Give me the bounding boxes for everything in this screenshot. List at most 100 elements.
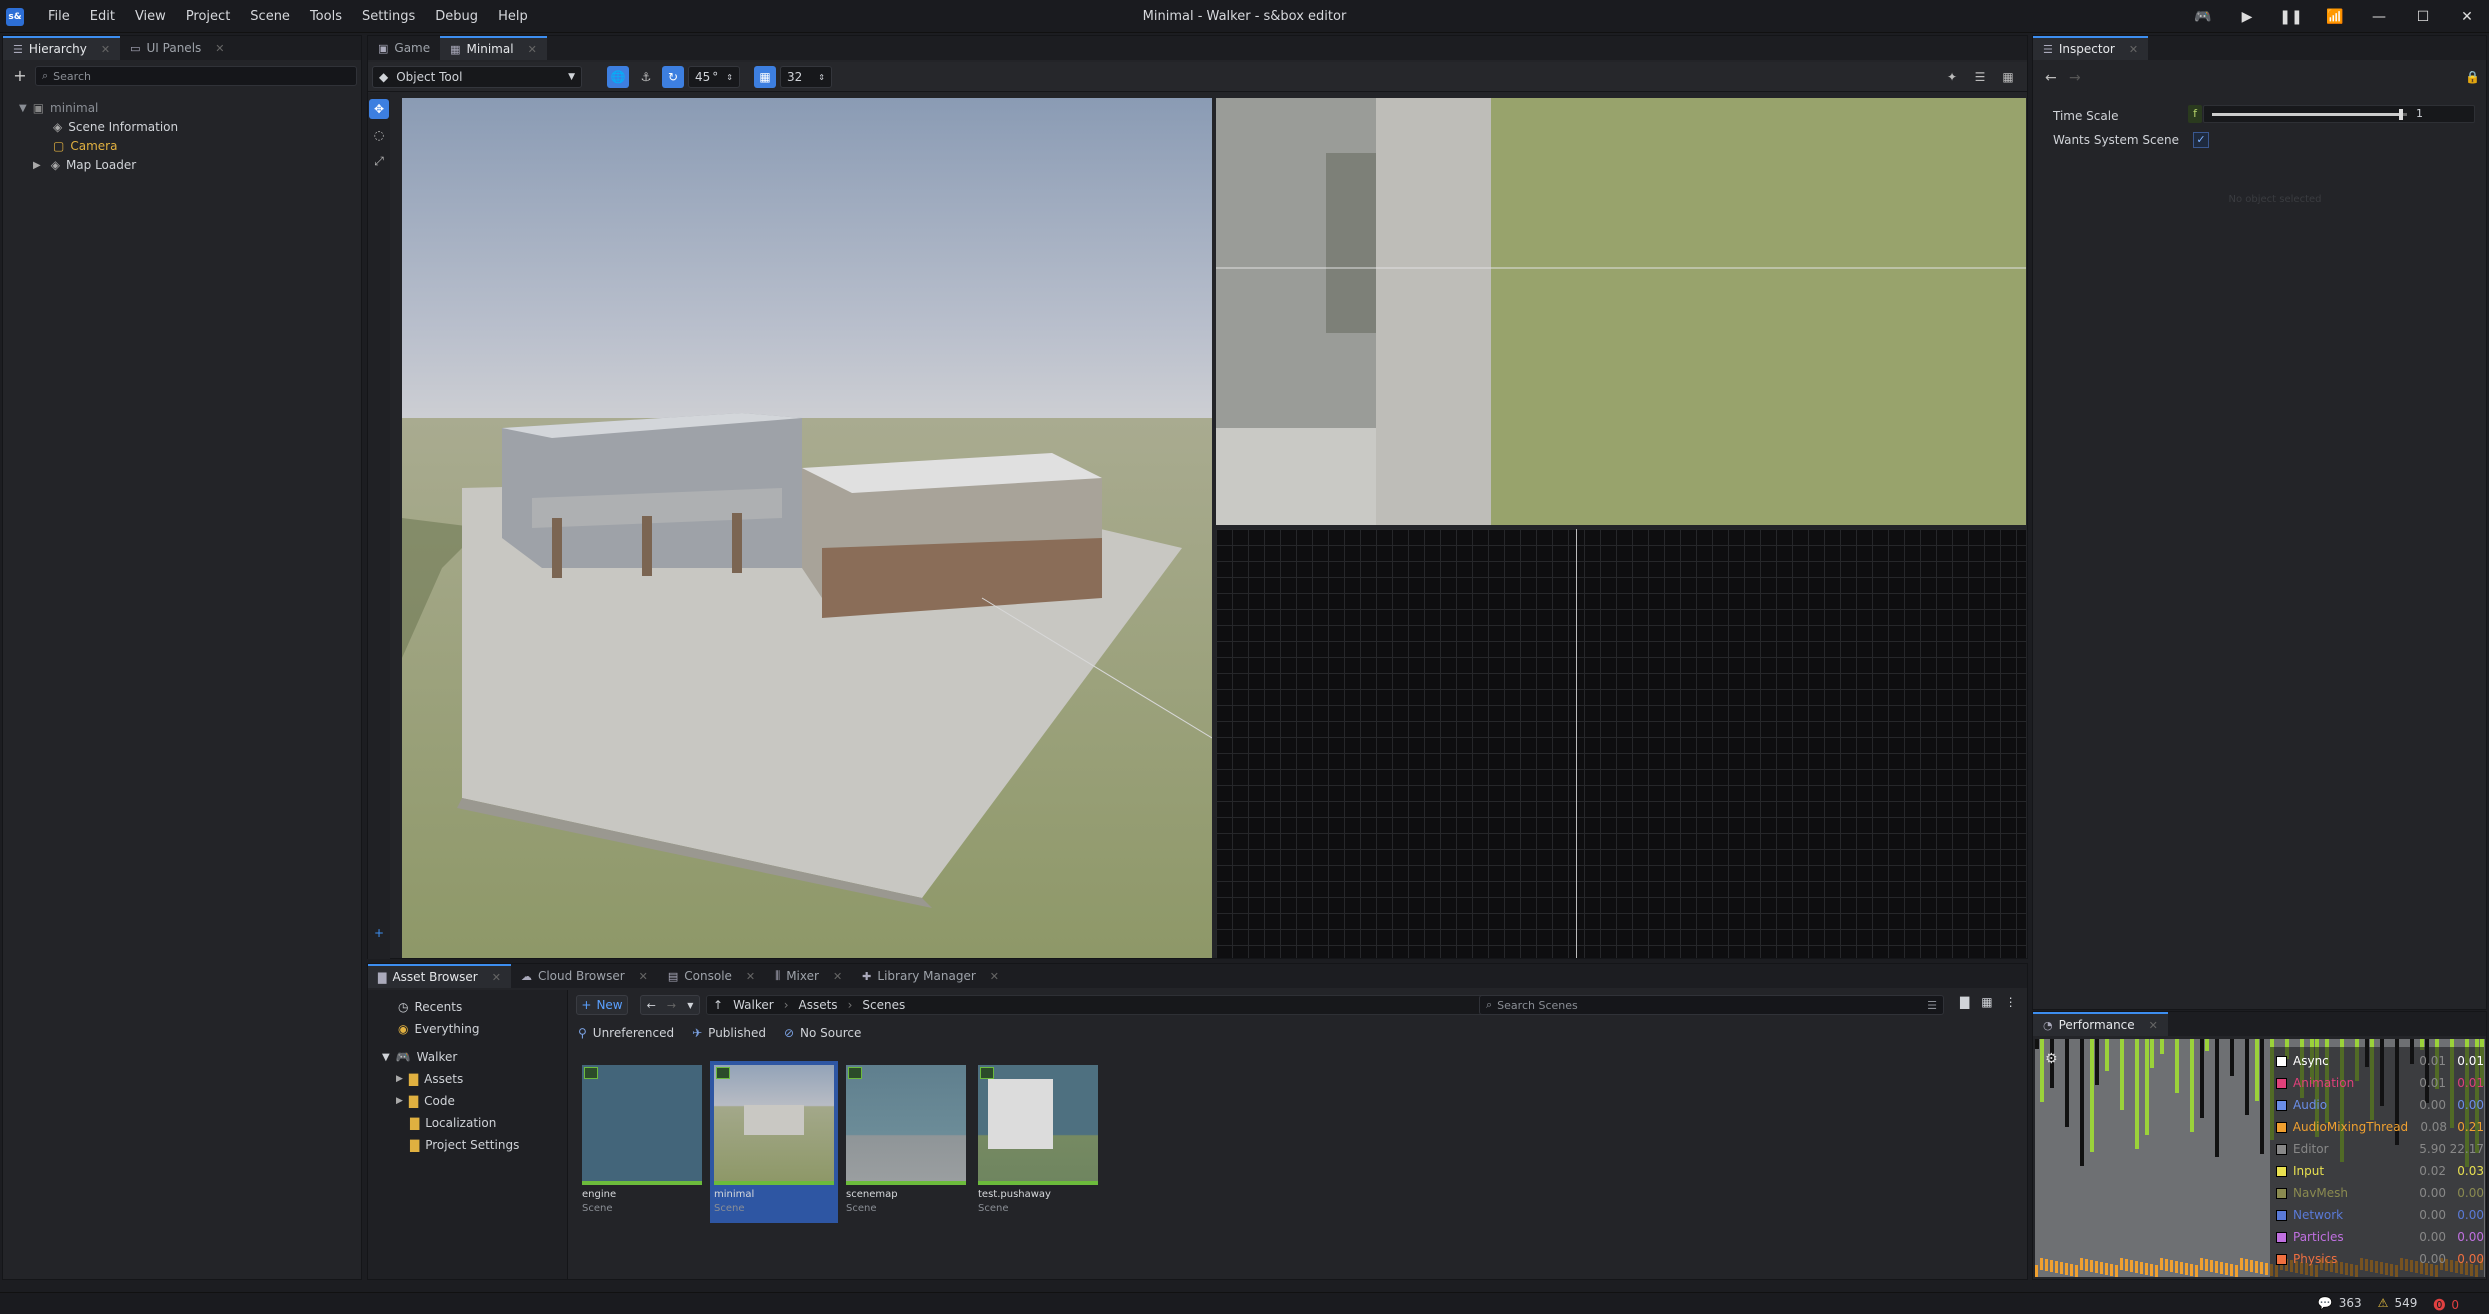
sidebar-item-walker[interactable]: ▼ 🎮 Walker <box>382 1048 457 1066</box>
close-icon[interactable]: ✕ <box>528 43 537 56</box>
chevron-down-icon[interactable]: ▼ <box>19 103 27 114</box>
asset-tile-scenemap[interactable]: scenemap Scene <box>846 1065 966 1214</box>
breadcrumb-item[interactable]: Assets <box>799 998 838 1012</box>
perf-row[interactable]: Async 0.01 0.01 <box>2270 1051 2484 1071</box>
close-icon[interactable]: ✕ <box>639 970 648 983</box>
close-icon[interactable]: ✕ <box>833 970 842 983</box>
lasso-tool-icon[interactable]: ◌ <box>369 125 389 145</box>
close-icon[interactable]: ✕ <box>2129 43 2138 56</box>
menu-file[interactable]: File <box>38 9 80 24</box>
tab-minimal[interactable]: ▦ Minimal ✕ <box>440 36 547 60</box>
filter-unreferenced[interactable]: ⚲ Unreferenced <box>578 1026 674 1040</box>
tab-mixer[interactable]: ⫼ Mixer ✕ <box>765 964 852 988</box>
wants-system-scene-checkbox[interactable]: ✓ <box>2193 132 2209 148</box>
asset-tile-minimal[interactable]: minimal Scene <box>714 1065 834 1214</box>
chevron-down-icon[interactable]: ▼ <box>687 1001 693 1010</box>
pivot-icon[interactable]: ⚓ <box>635 66 657 88</box>
perf-row[interactable]: Audio 0.00 0.00 <box>2270 1095 2484 1115</box>
perf-row[interactable]: Input 0.02 0.03 <box>2270 1161 2484 1181</box>
back-arrow-icon[interactable]: ← <box>2045 70 2057 86</box>
menu-tools[interactable]: Tools <box>300 9 352 24</box>
filter-published[interactable]: ✈ Published <box>692 1026 766 1040</box>
filter-icon[interactable]: ☰ <box>1927 999 1937 1012</box>
chevron-down-icon[interactable]: ▼ <box>382 1052 390 1063</box>
chevron-right-icon[interactable]: ▶ <box>33 160 41 171</box>
close-icon[interactable]: ✕ <box>101 43 110 56</box>
layout-icon[interactable]: ▦ <box>1997 66 2019 88</box>
perf-row[interactable]: Particles 0.00 0.00 <box>2270 1227 2484 1247</box>
perspective-viewport[interactable] <box>402 98 1212 958</box>
tab-game[interactable]: ▣ Game <box>368 36 440 60</box>
perf-row[interactable]: Physics 0.00 0.00 <box>2270 1249 2484 1269</box>
time-scale-value[interactable]: 1 <box>2416 107 2423 120</box>
forward-arrow-icon[interactable]: → <box>667 999 676 1012</box>
angle-snap-button[interactable]: ↻ <box>662 66 684 88</box>
menu-scene[interactable]: Scene <box>240 9 300 24</box>
hierarchy-search-input[interactable]: ⌕ Search <box>35 66 357 86</box>
folder-icon[interactable]: ▇ <box>1960 995 1969 1009</box>
wifi-icon[interactable]: 📶 <box>2313 9 2357 25</box>
up-arrow-icon[interactable]: ↑ <box>713 998 723 1012</box>
tree-item-scene-information[interactable]: ◈ Scene Information <box>53 118 178 136</box>
stepper-icon[interactable]: ⇕ <box>726 73 733 82</box>
close-icon[interactable]: ✕ <box>2149 1019 2158 1032</box>
close-icon[interactable]: ✕ <box>990 970 999 983</box>
menu-debug[interactable]: Debug <box>425 9 488 24</box>
top-viewport[interactable] <box>1216 98 2026 525</box>
time-scale-slider[interactable]: 1 <box>2203 105 2475 123</box>
tree-item-camera[interactable]: ▢ Camera <box>53 137 117 155</box>
play-icon[interactable]: ▶ <box>2225 9 2269 25</box>
perf-row[interactable]: AudioMixingThread 0.08 0.21 <box>2270 1117 2484 1137</box>
more-icon[interactable]: ⋮ <box>2005 995 2017 1009</box>
tree-root[interactable]: ▼ ▣ minimal <box>19 99 98 117</box>
breadcrumb-item[interactable]: Walker <box>733 998 774 1012</box>
chevron-right-icon[interactable]: ▶ <box>396 1074 403 1084</box>
sidebar-item-code[interactable]: ▶ ▇ Code <box>396 1092 455 1110</box>
perf-row[interactable]: Animation 0.01 0.01 <box>2270 1073 2484 1093</box>
grid-size-input[interactable]: 32 ⇕ <box>780 66 832 88</box>
pause-icon[interactable]: ❚❚ <box>2269 9 2313 25</box>
scale-tool-icon[interactable]: ⤢ <box>369 151 389 171</box>
new-asset-button[interactable]: + New <box>576 995 628 1015</box>
breadcrumb-item[interactable]: Scenes <box>862 998 905 1012</box>
close-icon[interactable]: ✕ <box>492 971 501 984</box>
perf-row[interactable]: Network 0.00 0.00 <box>2270 1205 2484 1225</box>
gamepad-icon[interactable]: 🎮 <box>2181 9 2225 25</box>
close-button[interactable]: ✕ <box>2445 9 2489 25</box>
settings-sliders-icon[interactable]: ☰ <box>1969 66 1991 88</box>
filter-no-source[interactable]: ⊘ No Source <box>784 1026 861 1040</box>
status-warnings[interactable]: ⚠ 549 <box>2378 1296 2418 1313</box>
perf-row[interactable]: Editor 5.90 22.17 <box>2270 1139 2484 1159</box>
menu-settings[interactable]: Settings <box>352 9 425 24</box>
stepper-icon[interactable]: ⇕ <box>818 73 825 82</box>
status-errors[interactable]: ⓿0 <box>2433 1296 2459 1313</box>
tab-ui-panels[interactable]: ▭ UI Panels ✕ <box>120 36 234 60</box>
sidebar-item-assets[interactable]: ▶ ▇ Assets <box>396 1070 463 1088</box>
angle-snap-input[interactable]: 45 ° ⇕ <box>688 66 740 88</box>
asset-search-input[interactable]: ⌕ Search Scenes ☰ <box>1479 995 1944 1015</box>
grid-viewport[interactable] <box>1216 529 2026 958</box>
tab-inspector[interactable]: ☰ Inspector ✕ <box>2033 36 2149 60</box>
menu-project[interactable]: Project <box>176 9 240 24</box>
tab-hierarchy[interactable]: ☰ Hierarchy ✕ <box>3 36 121 60</box>
sidebar-item-everything[interactable]: ◉ Everything <box>398 1020 479 1038</box>
menu-help[interactable]: Help <box>488 9 538 24</box>
grid-snap-button[interactable]: ▦ <box>754 66 776 88</box>
lock-icon[interactable]: 🔒 <box>2465 70 2480 84</box>
walk-icon[interactable]: ✦ <box>1941 66 1963 88</box>
minimize-button[interactable]: — <box>2357 9 2401 25</box>
gear-icon[interactable]: ⚙ <box>2045 1051 2058 1067</box>
forward-arrow-icon[interactable]: → <box>2069 70 2081 86</box>
asset-tile-test-pushaway[interactable]: test.pushaway Scene <box>978 1065 1098 1214</box>
tab-library-manager[interactable]: ✚ Library Manager ✕ <box>852 964 1009 988</box>
tool-select[interactable]: ◆ Object Tool ▼ <box>372 66 582 88</box>
close-icon[interactable]: ✕ <box>746 970 755 983</box>
add-object-button[interactable]: + <box>11 66 29 85</box>
menu-edit[interactable]: Edit <box>80 9 125 24</box>
tab-asset-browser[interactable]: ▇ Asset Browser ✕ <box>368 964 511 988</box>
chevron-right-icon[interactable]: ▶ <box>396 1096 403 1106</box>
slider-thumb[interactable] <box>2399 109 2404 120</box>
world-space-button[interactable]: 🌐 <box>607 66 629 88</box>
status-messages[interactable]: 💬 363 <box>2318 1296 2362 1313</box>
back-arrow-icon[interactable]: ← <box>647 999 656 1012</box>
